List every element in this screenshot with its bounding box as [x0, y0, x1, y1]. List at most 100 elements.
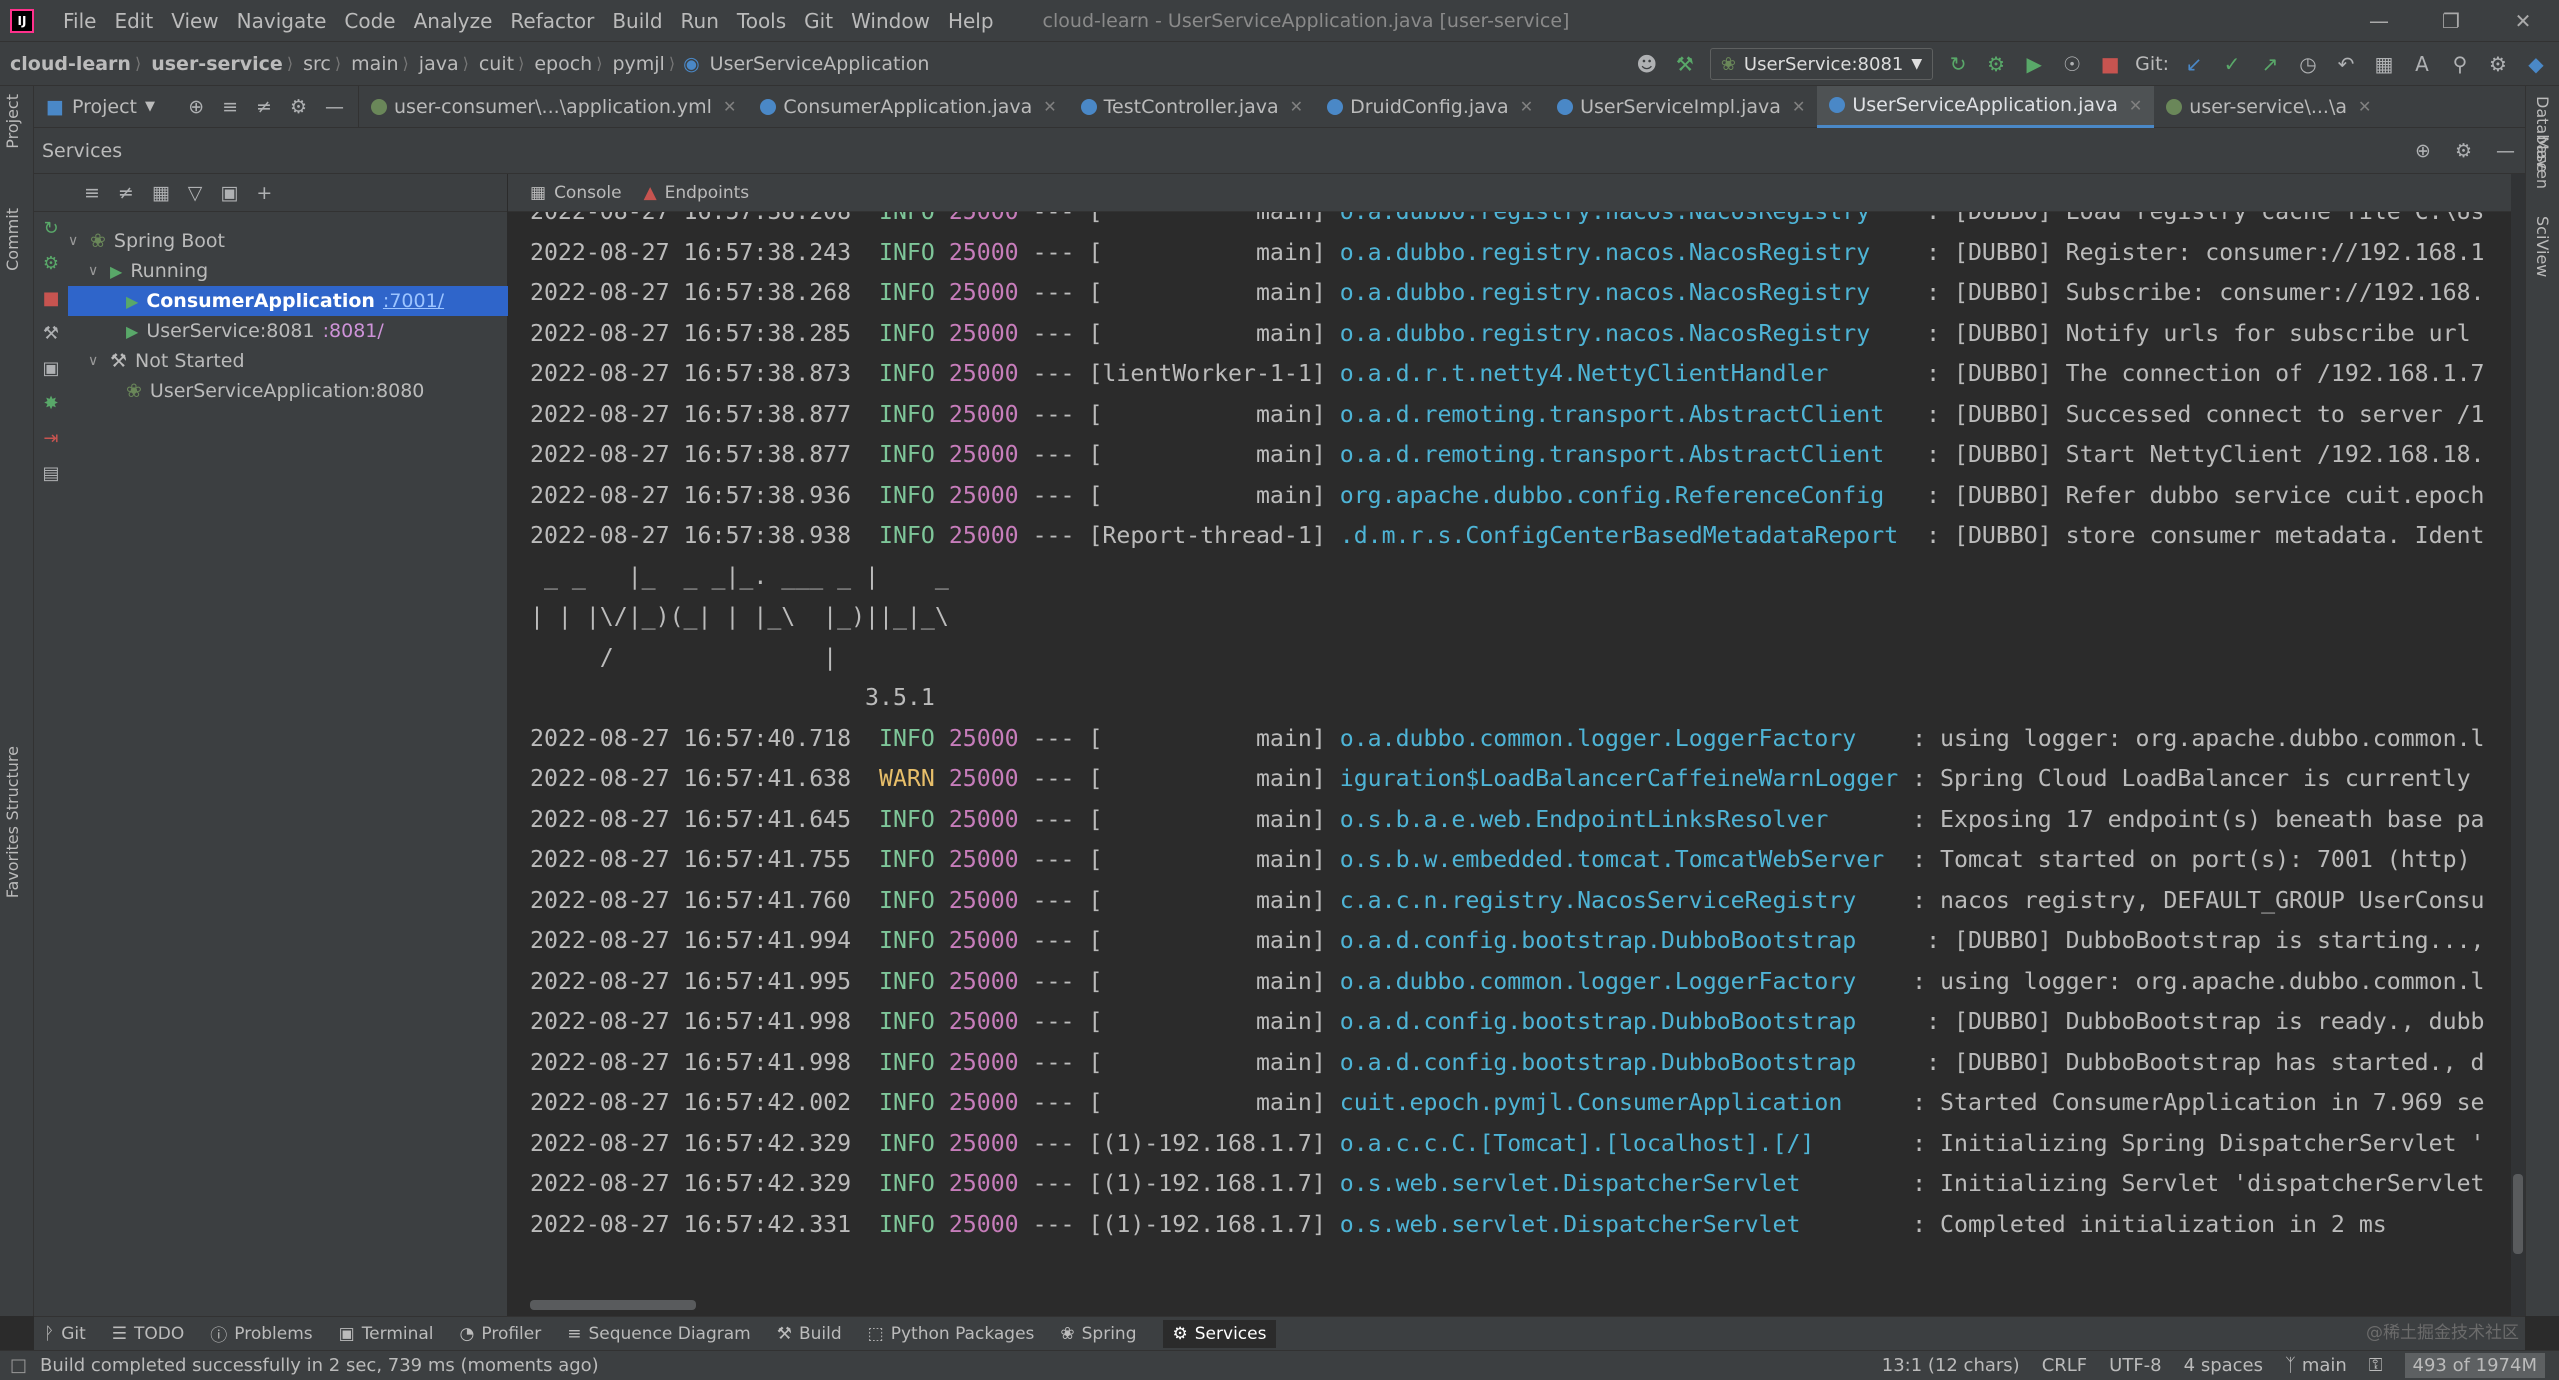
breadcrumb-item[interactable]: UserServiceApplication [700, 53, 934, 75]
close-tab-icon[interactable]: ✕ [1520, 97, 1533, 116]
translate-icon[interactable]: Α [2409, 51, 2435, 77]
menu-code[interactable]: Code [335, 0, 404, 42]
menu-git[interactable]: Git [795, 0, 842, 42]
menu-edit[interactable]: Edit [105, 0, 162, 42]
settings-icon[interactable]: ⚙ [2485, 51, 2511, 77]
indent-setting[interactable]: 4 spaces [2184, 1355, 2263, 1376]
coverage-icon[interactable]: ▶ [2021, 51, 2047, 77]
expand-all-icon[interactable]: ≡ [84, 182, 100, 204]
tool-tab-profiler[interactable]: ◔ Profiler [460, 1324, 542, 1344]
breadcrumb-item[interactable]: src [293, 53, 335, 75]
tool-tab-terminal[interactable]: ▣ Terminal [339, 1324, 434, 1344]
close-tab-icon[interactable]: ✕ [2129, 96, 2142, 115]
favorites-tool-tab[interactable]: Favorites [3, 826, 22, 898]
project-tool-tab[interactable]: Project [3, 94, 22, 149]
debug-icon[interactable]: ⚙ [43, 253, 59, 274]
tree-node-user-service-app[interactable]: ❀ UserServiceApplication:8080 [68, 376, 508, 406]
structure-tool-tab[interactable]: Structure [3, 746, 22, 820]
close-tab-icon[interactable]: ✕ [723, 97, 736, 116]
add-service-icon[interactable]: + [256, 182, 272, 204]
git-commit-icon[interactable]: ✓ [2219, 51, 2245, 77]
run-config-select[interactable]: ❀ UserService:8081 ▼ [1709, 48, 1934, 80]
close-tab-icon[interactable]: ✕ [1792, 97, 1805, 116]
menu-tools[interactable]: Tools [728, 0, 795, 42]
project-view-dropdown[interactable]: ■ Project ▼ ⊕ ≡ ≠ ⚙ — [34, 85, 359, 128]
tree-node-consumer-app[interactable]: ▶ ConsumerApplication :7001/ [68, 286, 508, 316]
line-separator[interactable]: CRLF [2042, 1355, 2087, 1376]
tree-node-spring-boot[interactable]: ∨ ❀ Spring Boot [68, 226, 508, 256]
gear-icon[interactable]: ⚙ [290, 96, 307, 118]
memory-indicator[interactable]: 493 of 1974M [2404, 1353, 2545, 1378]
search-icon[interactable]: ⚲ [2447, 51, 2473, 77]
tool-tab-sequence-diagram[interactable]: ≡ Sequence Diagram [567, 1324, 751, 1344]
gear-icon[interactable]: ⚙ [2455, 140, 2472, 162]
console-horizontal-scrollbar[interactable] [530, 1300, 696, 1310]
filter-icon[interactable]: ▽ [188, 182, 203, 204]
hammer-icon[interactable]: ⚒ [1672, 51, 1698, 77]
menu-file[interactable]: File [54, 0, 105, 42]
breadcrumb-item[interactable]: epoch [524, 53, 596, 75]
debug-icon[interactable]: ⚙ [1983, 51, 2009, 77]
tree-node-not-started[interactable]: ∨ ⚒ Not Started [68, 346, 508, 376]
git-push-icon[interactable]: ↗ [2257, 51, 2283, 77]
chevron-down-icon[interactable]: ∨ [68, 233, 82, 249]
expand-all-icon[interactable]: ≡ [222, 96, 238, 118]
menu-window[interactable]: Window [842, 0, 939, 42]
menu-run[interactable]: Run [672, 0, 728, 42]
ide-icon[interactable]: ▦ [2371, 51, 2397, 77]
new-tab-icon[interactable]: ▣ [220, 182, 238, 204]
file-encoding[interactable]: UTF-8 [2109, 1355, 2161, 1376]
stop-icon[interactable]: ■ [42, 288, 59, 309]
menu-help[interactable]: Help [939, 0, 1003, 42]
editor-tab[interactable]: user-service\...\a ✕ [2154, 86, 2383, 128]
rerun-icon[interactable]: ↻ [43, 218, 58, 239]
editor-tab[interactable]: UserServiceImpl.java ✕ [1545, 86, 1817, 128]
close-tab-icon[interactable]: ✕ [2358, 97, 2371, 116]
close-tab-icon[interactable]: ✕ [1043, 97, 1056, 116]
git-branch[interactable]: ᛉ main [2285, 1355, 2347, 1376]
tool-tab-spring[interactable]: ❀ Spring [1060, 1324, 1136, 1344]
collapse-all-icon[interactable]: ≠ [256, 96, 272, 118]
lock-icon[interactable]: ⚿ [2369, 1355, 2383, 1376]
camera-icon[interactable]: ▣ [42, 358, 59, 379]
close-window-icon[interactable]: ✕ [2487, 0, 2559, 42]
editor-tab[interactable]: TestController.java ✕ [1069, 86, 1315, 128]
menu-navigate[interactable]: Navigate [228, 0, 336, 42]
close-tab-icon[interactable]: ✕ [1290, 97, 1303, 116]
editor-tab[interactable]: user-consumer\...\application.yml ✕ [359, 86, 748, 128]
tree-node-user-service[interactable]: ▶ UserService:8081 :8081/ [68, 316, 508, 346]
breadcrumb-item[interactable]: cuit [469, 53, 518, 75]
breadcrumb-item[interactable]: java [409, 53, 463, 75]
tool-tab-python-packages[interactable]: ⬚ Python Packages [868, 1324, 1035, 1344]
exit-icon[interactable]: ⇥ [43, 428, 58, 449]
locate-icon[interactable]: ⊕ [188, 96, 204, 118]
commit-tool-tab[interactable]: Commit [3, 208, 22, 271]
toolbox-icon[interactable]: ◆ [2523, 51, 2549, 77]
status-message[interactable]: Build completed successfully in 2 sec, 7… [0, 1355, 599, 1376]
menu-analyze[interactable]: Analyze [405, 0, 502, 42]
git-update-icon[interactable]: ↙ [2181, 51, 2207, 77]
history-icon[interactable]: ◷ [2295, 51, 2321, 77]
tab-console[interactable]: ▦ Console [530, 183, 622, 203]
globe-icon[interactable]: ⊕ [2415, 140, 2431, 162]
sciview-tool-tab[interactable]: SciView [2533, 216, 2552, 277]
group-services-icon[interactable]: ▦ [152, 182, 170, 204]
rollback-icon[interactable]: ↶ [2333, 51, 2359, 77]
restore-icon[interactable]: ❐ [2415, 0, 2487, 42]
tool-tab-todo[interactable]: ☰ TODO [112, 1324, 185, 1344]
breadcrumb-item[interactable]: user-service [141, 53, 287, 75]
wrench-icon[interactable]: ⚒ [43, 323, 59, 344]
menu-view[interactable]: View [162, 0, 227, 42]
console-vertical-scrollbar[interactable] [2511, 174, 2525, 1316]
layout-icon[interactable]: ▤ [42, 463, 59, 484]
bug-icon[interactable]: ✸ [43, 393, 58, 414]
user-icon[interactable]: ☻ [1634, 51, 1660, 77]
tool-tab-build[interactable]: ⚒ Build [777, 1324, 842, 1344]
intellij-logo-icon[interactable]: IJ [10, 8, 34, 33]
breadcrumb-item[interactable]: main [341, 53, 402, 75]
scrollbar-thumb[interactable] [2513, 1174, 2523, 1254]
tab-endpoints[interactable]: ▲ Endpoints [644, 183, 750, 203]
tool-tab-git[interactable]: ᚹ Git [44, 1324, 86, 1344]
editor-tab[interactable]: UserServiceApplication.java ✕ [1817, 85, 2155, 128]
status-square-icon[interactable]: □ [10, 1355, 27, 1376]
